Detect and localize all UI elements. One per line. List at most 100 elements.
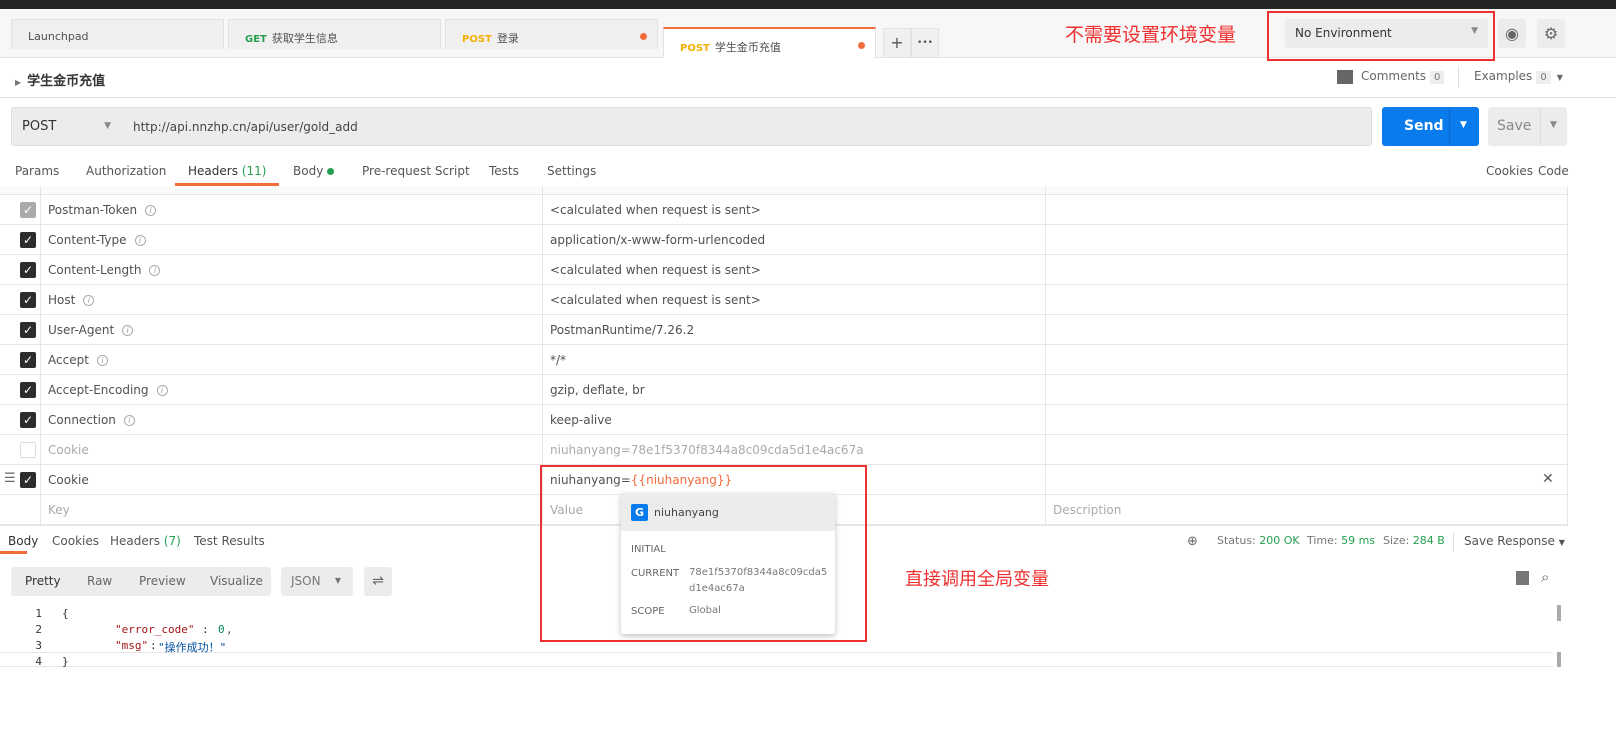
comments-label: Comments [1361, 69, 1427, 83]
view-raw[interactable]: Raw [87, 574, 112, 588]
header-key[interactable]: Cookie [48, 473, 89, 487]
chevron-down-icon[interactable]: ▼ [1550, 120, 1557, 130]
checkbox[interactable]: ✓ [20, 232, 36, 248]
tab-settings[interactable]: Settings [547, 164, 596, 178]
search-icon[interactable]: ⌕ [1541, 568, 1549, 586]
format-value: JSON [291, 574, 321, 588]
view-pretty[interactable]: Pretty [25, 574, 61, 588]
checkbox[interactable]: ✓ [20, 352, 36, 368]
tab-launchpad[interactable]: Launchpad [11, 19, 224, 49]
header-key[interactable]: Cookie [48, 443, 89, 457]
copy-icon[interactable] [1516, 571, 1529, 585]
info-icon: i [122, 325, 134, 336]
checkbox[interactable]: ✓ [20, 472, 36, 488]
wrap-lines-icon[interactable]: ⇌ [364, 567, 392, 596]
table-row: Cookie niuhanyang=78e1f5370f8344a8c09cda5… [0, 435, 1568, 465]
checkbox[interactable]: ✓ [20, 412, 36, 428]
eye-icon[interactable]: ◉ [1498, 19, 1526, 48]
tab-body[interactable]: Body [293, 164, 335, 178]
time: Time: 59 ms [1307, 534, 1376, 547]
headers-count: (11) [241, 164, 267, 178]
header-key[interactable]: Host i [48, 293, 95, 307]
checkbox[interactable] [20, 442, 36, 458]
scrollbar[interactable] [1557, 605, 1561, 621]
header-key[interactable]: Connection i [48, 413, 135, 427]
header-key[interactable]: Accept i [48, 353, 108, 367]
current-value: 78e1f5370f8344a8c09cda5d1e4ac67a [689, 567, 828, 594]
variable-popup: Gniuhanyang INITIAL CURRENT 78e1f5370f83… [621, 493, 835, 634]
chevron-down-icon: ▼ [1471, 26, 1478, 36]
cookies-link[interactable]: Cookies [1486, 164, 1533, 178]
window-top-bar [0, 0, 1616, 9]
gear-icon[interactable]: ⚙ [1537, 19, 1565, 48]
environment-value: No Environment [1295, 26, 1392, 40]
checkbox[interactable]: ✓ [20, 292, 36, 308]
header-value[interactable]: niuhanyang=78e1f5370f8344a8c09cda5d1e4ac… [550, 443, 864, 457]
divider [1540, 107, 1541, 146]
view-preview[interactable]: Preview [139, 574, 186, 588]
divider [1045, 186, 1046, 526]
header-key[interactable]: Accept-Encoding i [48, 383, 168, 397]
line-number: 2 [35, 623, 42, 636]
tab-body-label: Body [293, 164, 324, 178]
unsaved-dot-icon [640, 33, 647, 40]
url-input[interactable]: http://api.nnzhp.cn/api/user/gold_add [123, 107, 1372, 146]
header-key[interactable]: Content-Type i [48, 233, 146, 247]
header-key[interactable]: Postman-Token i [48, 203, 157, 217]
tab-tests[interactable]: Tests [489, 164, 519, 178]
code-link[interactable]: Code [1538, 164, 1569, 178]
header-value[interactable]: keep-alive [550, 413, 612, 427]
new-tab-button[interactable]: + [883, 28, 911, 58]
description-placeholder[interactable]: Description [1053, 503, 1121, 517]
drag-handle-icon[interactable]: ☰ [4, 471, 16, 486]
tab-pre-request-script[interactable]: Pre-request Script [362, 164, 470, 178]
json-key: "error_code" [115, 623, 195, 636]
method-select[interactable]: POST ▼ [11, 107, 124, 146]
comments-button[interactable]: Comments 0 [1337, 69, 1445, 84]
examples-button[interactable]: Examples 0 ▼ [1474, 69, 1563, 84]
code-brace: } [62, 655, 69, 668]
save-button[interactable]: Save ▼ [1488, 107, 1567, 146]
scope-label: SCOPE [631, 606, 665, 617]
caret-right-icon: ▶ [15, 78, 22, 87]
tab-label: Launchpad [28, 30, 89, 43]
response-tab-test-results[interactable]: Test Results [194, 534, 265, 548]
unsaved-dot-icon [858, 42, 865, 49]
response-tab-headers[interactable]: Headers (7) [110, 534, 181, 548]
response-tab-body[interactable]: Body [8, 534, 38, 548]
view-visualize[interactable]: Visualize [210, 574, 263, 588]
chevron-down-icon[interactable]: ▼ [1460, 120, 1467, 130]
tab-login[interactable]: POST 登录 [445, 19, 658, 49]
save-response-button[interactable]: Save Response ▼ [1464, 534, 1565, 548]
key-placeholder[interactable]: Key [48, 503, 70, 517]
globe-icon[interactable]: ⊕ [1187, 534, 1198, 549]
checkbox[interactable]: ✓ [20, 262, 36, 278]
send-button[interactable]: Send ▼ [1382, 107, 1479, 146]
tab-authorization[interactable]: Authorization [86, 164, 166, 178]
checkbox[interactable]: ✓ [20, 202, 36, 218]
header-key[interactable]: Content-Length i [48, 263, 161, 277]
header-value[interactable]: PostmanRuntime/7.26.2 [550, 323, 694, 337]
request-title[interactable]: ▶ 学生金币充值 [15, 70, 105, 89]
tab-headers-label: Headers [188, 164, 238, 178]
header-value[interactable]: application/x-www-form-urlencoded [550, 233, 765, 247]
comments-count: 0 [1430, 71, 1445, 84]
delete-row-icon[interactable]: ✕ [1542, 471, 1554, 487]
header-value[interactable]: <calculated when request is sent> [550, 203, 761, 217]
response-tab-cookies[interactable]: Cookies [52, 534, 99, 548]
format-select[interactable]: JSON ▼ [281, 567, 353, 596]
tab-headers[interactable]: Headers (11) [188, 164, 266, 178]
tab-gold-add[interactable]: POST 学生金币充值 [663, 27, 876, 58]
checkbox[interactable]: ✓ [20, 382, 36, 398]
header-value[interactable]: <calculated when request is sent> [550, 293, 761, 307]
more-tabs-button[interactable]: ••• [911, 28, 939, 58]
environment-select[interactable]: No Environment ▼ [1285, 19, 1488, 48]
tab-get-student-info[interactable]: GET 获取学生信息 [228, 19, 441, 49]
tab-params[interactable]: Params [15, 164, 59, 178]
header-key[interactable]: User-Agent i [48, 323, 134, 337]
header-value[interactable]: gzip, deflate, br [550, 383, 645, 397]
header-value[interactable]: */* [550, 353, 566, 367]
checkbox[interactable]: ✓ [20, 322, 36, 338]
header-value[interactable]: <calculated when request is sent> [550, 263, 761, 277]
request-title-text: 学生金币充值 [27, 74, 106, 89]
